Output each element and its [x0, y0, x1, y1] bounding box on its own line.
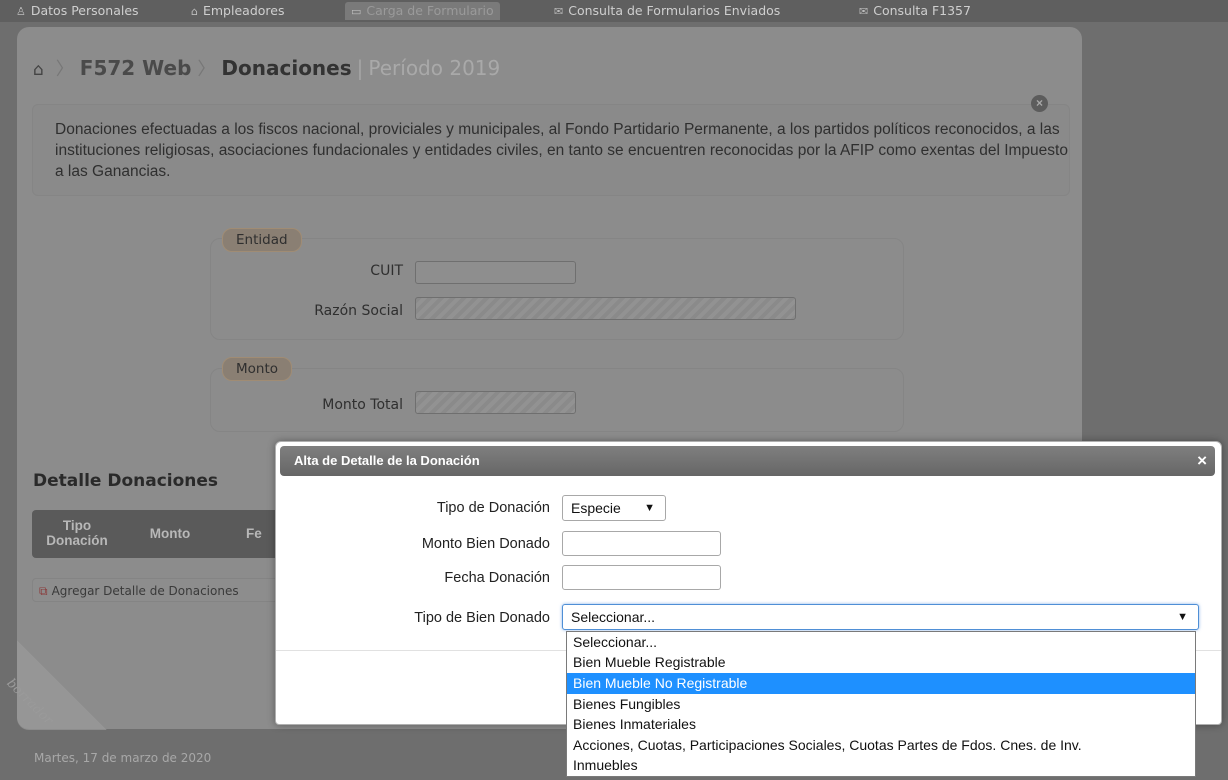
- building-icon: ⌂: [191, 5, 198, 18]
- monto-bien-label: Monto Bien Donado: [421, 536, 550, 552]
- detalle-title: Detalle Donaciones: [33, 471, 219, 491]
- dropdown-option[interactable]: Bienes Inmateriales: [567, 714, 1195, 735]
- nav-label: Datos Personales: [30, 3, 139, 18]
- chevron-down-icon: ▼: [1177, 611, 1188, 623]
- nav-label: Empleadores: [202, 3, 285, 18]
- envelope-icon: ✉: [554, 5, 564, 18]
- monto-total-input: [415, 391, 576, 414]
- add-detalle-link[interactable]: ⧉ Agregar Detalle de Donaciones: [32, 578, 282, 602]
- monto-total-label: Monto Total: [322, 397, 403, 413]
- nav-datos-personales[interactable]: ♙ Datos Personales: [10, 2, 145, 20]
- nav-empleadores[interactable]: ⌂ Empleadores: [185, 2, 290, 20]
- add-window-icon: ⧉: [39, 584, 48, 598]
- column-header[interactable]: Monto: [142, 526, 198, 541]
- fecha-donacion-input[interactable]: [562, 565, 721, 590]
- breadcrumb-app[interactable]: F572 Web: [80, 56, 192, 80]
- detalle-table-header: Tipo Donación Monto Fe: [32, 510, 282, 558]
- nav-label: Carga de Formulario: [366, 3, 494, 18]
- nav-consulta-f1357[interactable]: ✉ Consulta F1357: [853, 2, 977, 20]
- entidad-legend: Entidad: [222, 228, 302, 252]
- fecha-donacion-label: Fecha Donación: [444, 570, 550, 586]
- chevron-down-icon: ▼: [644, 502, 655, 514]
- cuit-label: CUIT: [370, 263, 403, 279]
- tipo-bien-value: Seleccionar...: [571, 609, 656, 625]
- top-nav: ♙ Datos Personales ⌂ Empleadores ▭ Carga de…: [0, 0, 1228, 22]
- close-icon[interactable]: ×: [1031, 95, 1048, 112]
- dropdown-option[interactable]: Bien Mueble Registrable: [567, 652, 1195, 673]
- tipo-donacion-select[interactable]: Especie ▼: [562, 495, 666, 521]
- tipo-donacion-value: Especie: [571, 500, 621, 516]
- chevron-right-icon: 〉: [197, 59, 216, 80]
- tipo-bien-label: Tipo de Bien Donado: [414, 610, 550, 626]
- info-box: Donaciones efectuadas a los fiscos nacio…: [32, 104, 1070, 196]
- nav-label: Consulta F1357: [873, 3, 971, 18]
- footer-date: Martes, 17 de marzo de 2020: [34, 751, 212, 765]
- monto-bien-input[interactable]: [562, 531, 721, 556]
- dropdown-option[interactable]: Seleccionar...: [567, 632, 1195, 653]
- draft-corner: [17, 640, 107, 730]
- breadcrumb: ⌂ 〉 F572 Web 〉 Donaciones | Período 2019: [33, 50, 500, 86]
- dropdown-option[interactable]: Acciones, Cuotas, Participaciones Social…: [567, 735, 1195, 756]
- envelope-icon: ✉: [859, 5, 869, 18]
- column-header[interactable]: Fe: [246, 526, 276, 541]
- user-icon: ♙: [16, 5, 26, 18]
- nav-label: Consulta de Formularios Enviados: [568, 3, 781, 18]
- page-title: Donaciones: [221, 56, 352, 80]
- tipo-donacion-label: Tipo de Donación: [436, 500, 550, 516]
- dropdown-option[interactable]: Bienes Fungibles: [567, 694, 1195, 715]
- monto-legend: Monto: [222, 357, 293, 381]
- tipo-bien-dropdown: Seleccionar... Bien Mueble Registrable B…: [566, 631, 1196, 777]
- tipo-bien-select[interactable]: Seleccionar... ▼: [562, 604, 1199, 630]
- dropdown-option-highlighted[interactable]: Bien Mueble No Registrable: [567, 673, 1195, 694]
- close-icon[interactable]: ×: [1197, 451, 1207, 471]
- modal-header: Alta de Detalle de la Donación ×: [280, 446, 1215, 476]
- nav-carga-formulario[interactable]: ▭ Carga de Formulario: [345, 2, 500, 20]
- razon-social-label: Razón Social: [314, 303, 403, 319]
- razon-social-input: [415, 297, 796, 320]
- cuit-input[interactable]: [415, 261, 576, 284]
- divider: |: [356, 56, 364, 80]
- home-icon[interactable]: ⌂: [33, 60, 44, 80]
- chevron-right-icon: 〉: [55, 59, 74, 80]
- info-text: Donaciones efectuadas a los fiscos nacio…: [55, 121, 1068, 180]
- form-icon: ▭: [351, 5, 362, 18]
- entidad-fieldset: [210, 238, 904, 340]
- period-label: Período 2019: [368, 56, 501, 80]
- column-header[interactable]: Tipo Donación: [46, 518, 108, 548]
- dropdown-option[interactable]: Inmuebles: [567, 755, 1195, 776]
- nav-consulta-formularios[interactable]: ✉ Consulta de Formularios Enviados: [548, 2, 786, 20]
- add-detalle-label: Agregar Detalle de Donaciones: [51, 584, 239, 598]
- modal-title: Alta de Detalle de la Donación: [294, 453, 480, 468]
